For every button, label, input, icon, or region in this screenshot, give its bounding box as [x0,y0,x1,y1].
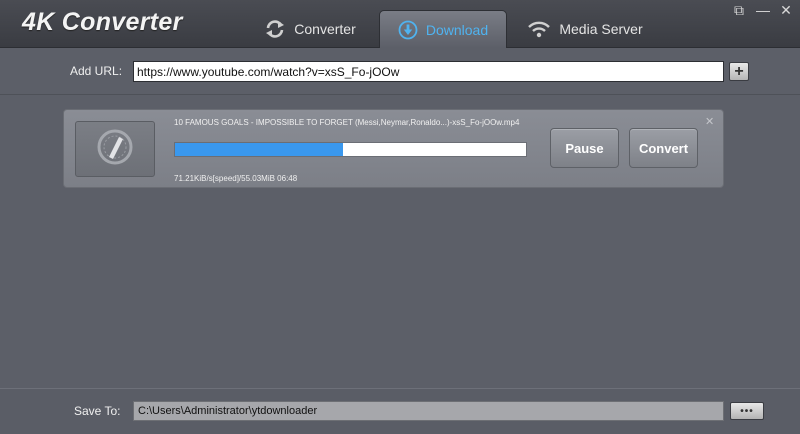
progress-fill [175,143,344,156]
tab-converter[interactable]: Converter [250,10,370,48]
video-thumbnail [75,121,155,177]
download-icon [398,20,418,40]
tab-converter-label: Converter [294,21,356,37]
remove-item-icon[interactable]: ✕ [705,115,714,128]
close-button[interactable]: ✕ [778,2,794,18]
pause-button[interactable]: Pause [550,128,619,168]
browse-button[interactable]: ••• [730,402,764,420]
download-item: 10 FAMOUS GOALS - IMPOSSIBLE TO FORGET (… [63,109,724,188]
tab-download-label: Download [425,21,489,38]
save-to-label: Save To: [74,404,121,418]
video-placeholder-icon [95,127,135,172]
add-url-label: Add URL: [70,64,123,78]
convert-button[interactable]: Convert [629,128,698,168]
wifi-icon [527,19,551,39]
bottom-bar: Save To: C:\Users\Administrator\ytdownlo… [0,388,800,434]
url-input[interactable] [133,61,724,82]
add-url-button[interactable]: + [729,62,749,81]
popout-icon[interactable]: ⧉ [731,2,747,18]
app-title: 4K Converter [22,8,183,36]
progress-bar [174,142,527,157]
title-bar: 4K Converter Converter Download Media Se… [0,0,800,48]
divider [0,94,800,95]
refresh-icon [264,19,286,39]
tab-download[interactable]: Download [379,10,507,48]
tab-media-server-label: Media Server [559,21,643,37]
tab-media-server[interactable]: Media Server [520,10,650,48]
save-path-field[interactable]: C:\Users\Administrator\ytdownloader [133,401,724,421]
download-status: 71.21KiB/s[speed]/55.03MiB 06:48 [174,174,298,183]
file-name: 10 FAMOUS GOALS - IMPOSSIBLE TO FORGET (… [174,118,520,127]
minimize-button[interactable]: — [755,2,771,18]
